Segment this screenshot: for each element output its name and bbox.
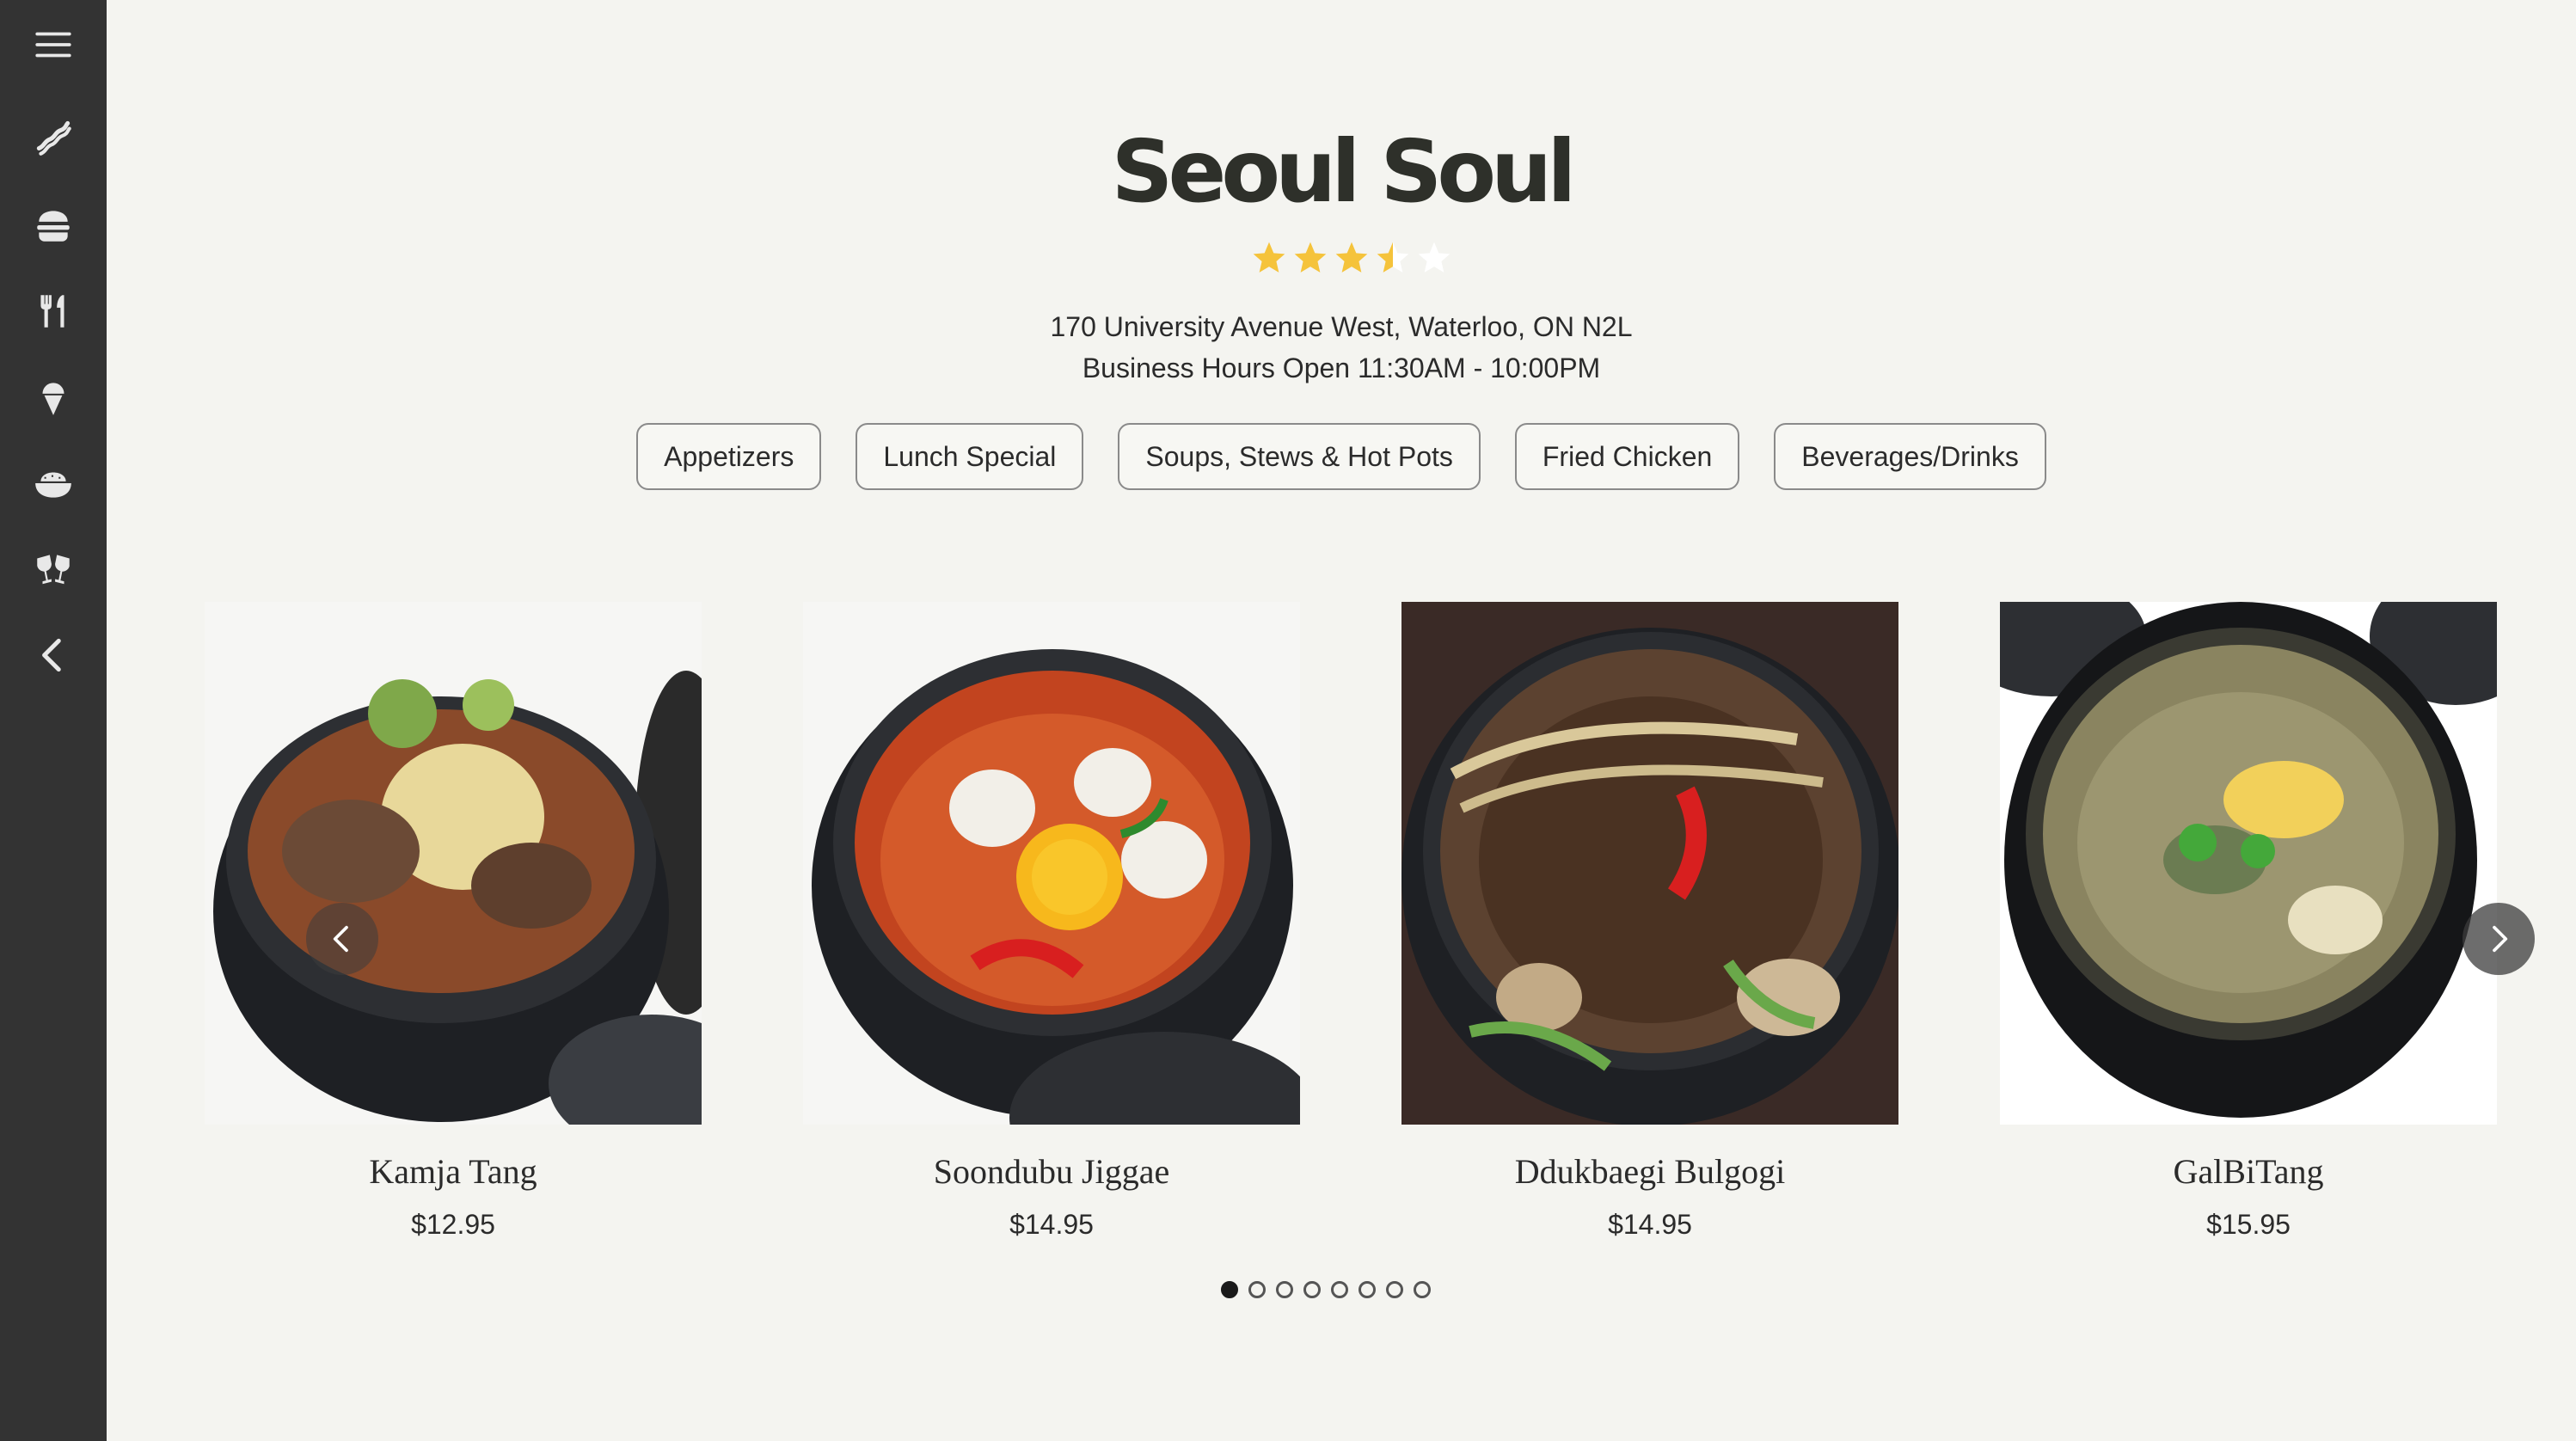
bacon-icon bbox=[36, 120, 71, 156]
menu-button[interactable] bbox=[19, 10, 88, 79]
dish-price: $14.95 bbox=[1608, 1209, 1692, 1240]
sidebar-item-rice-bowl[interactable] bbox=[19, 449, 88, 518]
star-full-icon bbox=[1294, 242, 1327, 273]
carousel-prev-button[interactable] bbox=[306, 903, 378, 975]
star-half-icon bbox=[1377, 242, 1409, 273]
sidebar-item-ice-cream[interactable] bbox=[19, 363, 88, 432]
chevron-left-icon bbox=[333, 925, 348, 953]
dish-card[interactable]: Ddukbaegi Bulgogi $14.95 bbox=[1401, 602, 1898, 1242]
carousel-dot[interactable] bbox=[1331, 1281, 1348, 1298]
dish-card[interactable]: GalBiTang $15.95 bbox=[2000, 602, 2497, 1242]
dish-image bbox=[205, 602, 702, 1125]
dish-card[interactable]: Soondubu Jiggae $14.95 bbox=[803, 602, 1300, 1242]
business-hours: Business Hours Open 11:30AM - 10:00PM bbox=[1082, 353, 1601, 383]
carousel-dot[interactable] bbox=[1386, 1281, 1403, 1298]
dish-price: $12.95 bbox=[411, 1209, 495, 1240]
dish-image bbox=[1401, 602, 1898, 1125]
sidebar-collapse-button[interactable] bbox=[19, 621, 88, 690]
carousel-dot[interactable] bbox=[1221, 1281, 1238, 1298]
carousel-dot[interactable] bbox=[1303, 1281, 1321, 1298]
sidebar bbox=[0, 0, 107, 1441]
sidebar-item-drinks[interactable] bbox=[19, 535, 88, 604]
category-filter-bar: Appetizers Lunch Special Soups, Stews & … bbox=[107, 423, 2576, 490]
drinks-icon bbox=[37, 555, 70, 585]
menu-icon bbox=[35, 32, 71, 58]
carousel-dot[interactable] bbox=[1248, 1281, 1266, 1298]
burger-icon bbox=[37, 211, 70, 242]
sidebar-item-burger[interactable] bbox=[19, 191, 88, 260]
utensils-icon bbox=[40, 295, 64, 328]
star-full-icon bbox=[1335, 242, 1368, 273]
rice-bowl-icon bbox=[35, 472, 71, 498]
category-fried-chicken-button[interactable]: Fried Chicken bbox=[1514, 423, 1740, 490]
ice-cream-icon bbox=[42, 383, 64, 415]
dish-name: Kamja Tang bbox=[369, 1152, 537, 1191]
carousel-dot[interactable] bbox=[1414, 1281, 1431, 1298]
dish-price: $14.95 bbox=[1009, 1209, 1094, 1240]
category-appetizers-button[interactable]: Appetizers bbox=[636, 423, 822, 490]
category-beverages-button[interactable]: Beverages/Drinks bbox=[1774, 423, 2046, 490]
restaurant-address: 170 University Avenue West, Waterloo, ON… bbox=[1050, 311, 1633, 342]
carousel-pagination bbox=[1221, 1281, 1431, 1298]
sidebar-item-bacon[interactable] bbox=[19, 103, 88, 172]
chevron-right-icon bbox=[2493, 925, 2508, 953]
dish-image bbox=[2000, 602, 2497, 1125]
collapse-chevron-icon bbox=[42, 638, 61, 672]
dish-price: $15.95 bbox=[2206, 1209, 2291, 1240]
dish-name: Ddukbaegi Bulgogi bbox=[1514, 1152, 1786, 1191]
dish-name: GalBiTang bbox=[2173, 1152, 2324, 1191]
restaurant-name: Seoul Soul bbox=[1111, 121, 1576, 222]
rating-stars bbox=[1250, 239, 1453, 277]
category-soups-button[interactable]: Soups, Stews & Hot Pots bbox=[1118, 423, 1481, 490]
star-empty-icon bbox=[1418, 242, 1451, 273]
main-content: Seoul Soul 170 University Avenue West, W… bbox=[107, 0, 2576, 1441]
dish-card[interactable]: Kamja Tang $12.95 bbox=[205, 602, 702, 1242]
category-lunch-special-button[interactable]: Lunch Special bbox=[856, 423, 1084, 490]
dish-name: Soondubu Jiggae bbox=[933, 1152, 1170, 1191]
dish-image bbox=[803, 602, 1300, 1125]
carousel-dot[interactable] bbox=[1276, 1281, 1293, 1298]
star-full-icon bbox=[1253, 242, 1285, 273]
carousel-next-button[interactable] bbox=[2463, 903, 2535, 975]
sidebar-item-utensils[interactable] bbox=[19, 277, 88, 346]
carousel-dot[interactable] bbox=[1359, 1281, 1376, 1298]
